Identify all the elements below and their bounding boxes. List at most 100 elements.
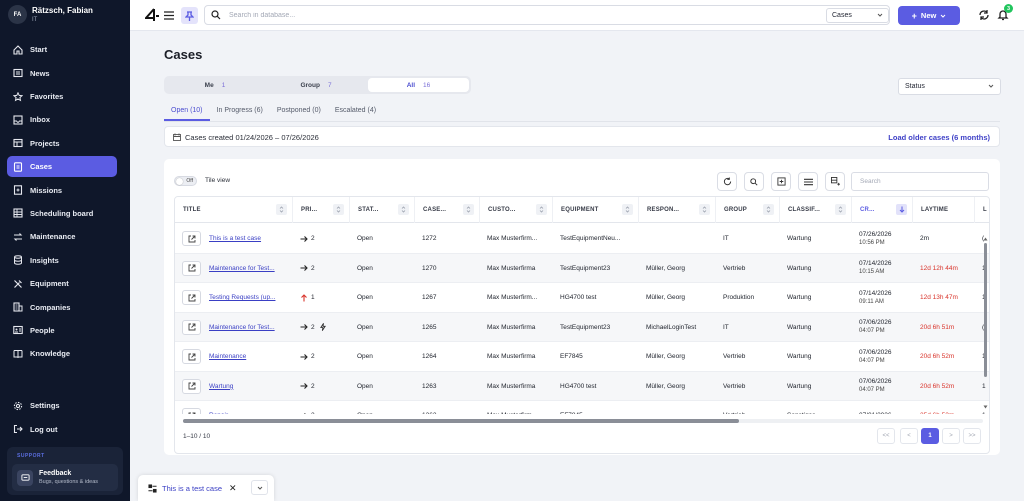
tab-escalated[interactable]: Escalated (4) [328,103,383,121]
sort-icon[interactable] [763,204,774,215]
column-header[interactable]: L [975,197,989,223]
avatar[interactable]: FA [8,5,27,24]
sidebar-item-log-out[interactable]: Log out [7,418,117,440]
sort-icon[interactable] [699,204,710,215]
sort-icon[interactable] [333,204,344,215]
sidebar-item-projects[interactable]: Projects [7,133,117,155]
load-older-cases-link[interactable]: Load older cases (6 months) [888,133,990,142]
column-header[interactable]: RESPON... [639,197,716,223]
chevron-down-icon[interactable] [251,480,268,495]
table-row[interactable]: Wartung 2 Open 1263 Max Musterfirma HG4700 te… [175,371,989,401]
sort-icon[interactable] [398,204,409,215]
column-header[interactable]: PRI... [293,197,350,223]
segment-all[interactable]: All 16 [368,78,469,92]
app-logo-icon[interactable] [145,7,159,23]
customer-cell: Max Musterfirm... [480,401,553,414]
case-title-link[interactable]: Wartung [209,383,233,390]
pin-icon[interactable] [181,7,198,24]
case-title-link[interactable]: This is a test case [209,235,261,242]
grid-search-input[interactable] [851,172,989,191]
open-case-button[interactable] [182,378,201,394]
tab-postponed[interactable]: Postponed (0) [270,103,328,121]
column-header[interactable]: CASE... [415,197,480,223]
case-title-link[interactable]: Maintenance [209,353,246,360]
column-header[interactable]: TITLE [175,197,293,223]
next-page-button[interactable]: > [942,428,960,444]
table-row[interactable]: Maintenance 2 Open 1264 Max Musterfirma EF784… [175,342,989,372]
tab-in-progress[interactable]: In Progress (6) [210,103,270,121]
open-case-tab[interactable]: This is a test case ✕ [138,475,274,501]
page-1-button[interactable]: 1 [921,428,939,444]
status-select[interactable]: Status [898,78,1001,95]
new-button[interactable]: + New [898,6,960,25]
sync-icon[interactable] [977,8,991,22]
column-header[interactable]: CUSTO... [480,197,553,223]
prev-page-button[interactable]: < [900,428,918,444]
open-case-button[interactable] [182,319,201,335]
last-page-button[interactable]: >> [963,428,981,444]
table-row[interactable]: Repair 2 Open1262Max Musterfirm...EF7845 Ve… [175,401,989,414]
responsible-cell: Müller, Georg [646,264,686,272]
column-header[interactable]: CLASSIF... [780,197,852,223]
table-row[interactable]: Maintenance for Test... 2 Open 1265 Max Must… [175,312,989,342]
column-menu-button[interactable] [798,172,818,191]
segment-group[interactable]: Group 7 [266,78,366,92]
sort-icon[interactable] [622,204,633,215]
priority-value: 2 [311,353,315,361]
case-title-link[interactable]: Maintenance for Test... [209,324,275,331]
tile-view-toggle[interactable]: Off [174,176,197,186]
responsible-cell: MichaelLoginTest [646,323,697,331]
case-title-link[interactable]: Repair [209,412,228,414]
column-header[interactable]: STAT... [350,197,415,223]
vertical-scrollbar[interactable] [983,237,988,417]
tab-open[interactable]: Open (10) [164,103,210,121]
close-icon[interactable]: ✕ [229,483,237,494]
column-header[interactable]: LAYTIME [913,197,975,223]
segment-me[interactable]: Me 1 [166,78,264,92]
sidebar-item-companies[interactable]: Companies [7,296,117,318]
sort-icon[interactable] [835,204,846,215]
search-toggle-button[interactable] [744,172,764,191]
case-title-link[interactable]: Testing Requests (up... [209,294,275,301]
sidebar-item-maintenance[interactable]: Maintenance [7,226,117,248]
sidebar-item-scheduling-board[interactable]: Scheduling board [7,203,117,225]
first-page-button[interactable]: << [877,428,895,444]
sidebar-item-favorites[interactable]: Favorites [7,86,117,108]
table-row[interactable]: Maintenance for Test... 2 Open 1270 Max Must… [175,253,989,283]
open-case-button[interactable] [182,260,201,276]
open-case-button[interactable] [182,349,201,364]
sidebar-item-cases[interactable]: Cases [7,155,117,178]
table-row[interactable]: Testing Requests (up... 1 Open 1267 Max Must… [175,283,989,313]
export-button[interactable] [771,172,791,191]
sidebar-item-people[interactable]: People [7,320,117,342]
refresh-button[interactable] [717,172,737,191]
open-case-button[interactable] [182,231,201,246]
column-header[interactable]: EQUIPMENT [553,197,639,223]
sidebar-item-news[interactable]: News [7,62,117,84]
menu-icon[interactable] [163,9,175,21]
sidebar-item-missions[interactable]: Missions [7,179,117,201]
sort-icon[interactable] [276,204,287,215]
open-case-tab-label[interactable]: This is a test case [162,484,222,493]
column-header[interactable]: GROUP [716,197,780,223]
sort-icon[interactable] [463,204,474,215]
sort-icon[interactable] [536,204,547,215]
sidebar-item-equipment[interactable]: Equipment [7,273,117,295]
user-profile[interactable]: FA Rätzsch, Fabian IT [8,5,93,24]
sidebar-item-knowledge[interactable]: Knowledge [7,343,117,365]
open-case-button[interactable] [182,408,201,414]
sidebar-item-settings[interactable]: Settings [7,395,117,417]
sidebar-item-insights[interactable]: Insights [7,250,117,272]
column-settings-button[interactable] [825,172,845,191]
open-case-button[interactable] [182,290,201,305]
feedback-button[interactable]: Feedback Bugs, questions & ideas [12,464,118,491]
sidebar-item-inbox[interactable]: Inbox [7,109,117,131]
sort-desc-icon[interactable] [896,204,907,215]
table-row[interactable]: This is a test case 2 Open 1272 Max Musterfi… [175,224,989,254]
case-title-link[interactable]: Maintenance for Test... [209,265,275,272]
search-scope-select[interactable]: Cases [826,8,889,23]
horizontal-scrollbar[interactable] [183,419,983,423]
column-header[interactable]: CR... [852,197,913,223]
search-input[interactable] [229,9,729,21]
sidebar-item-start[interactable]: Start [7,39,117,61]
